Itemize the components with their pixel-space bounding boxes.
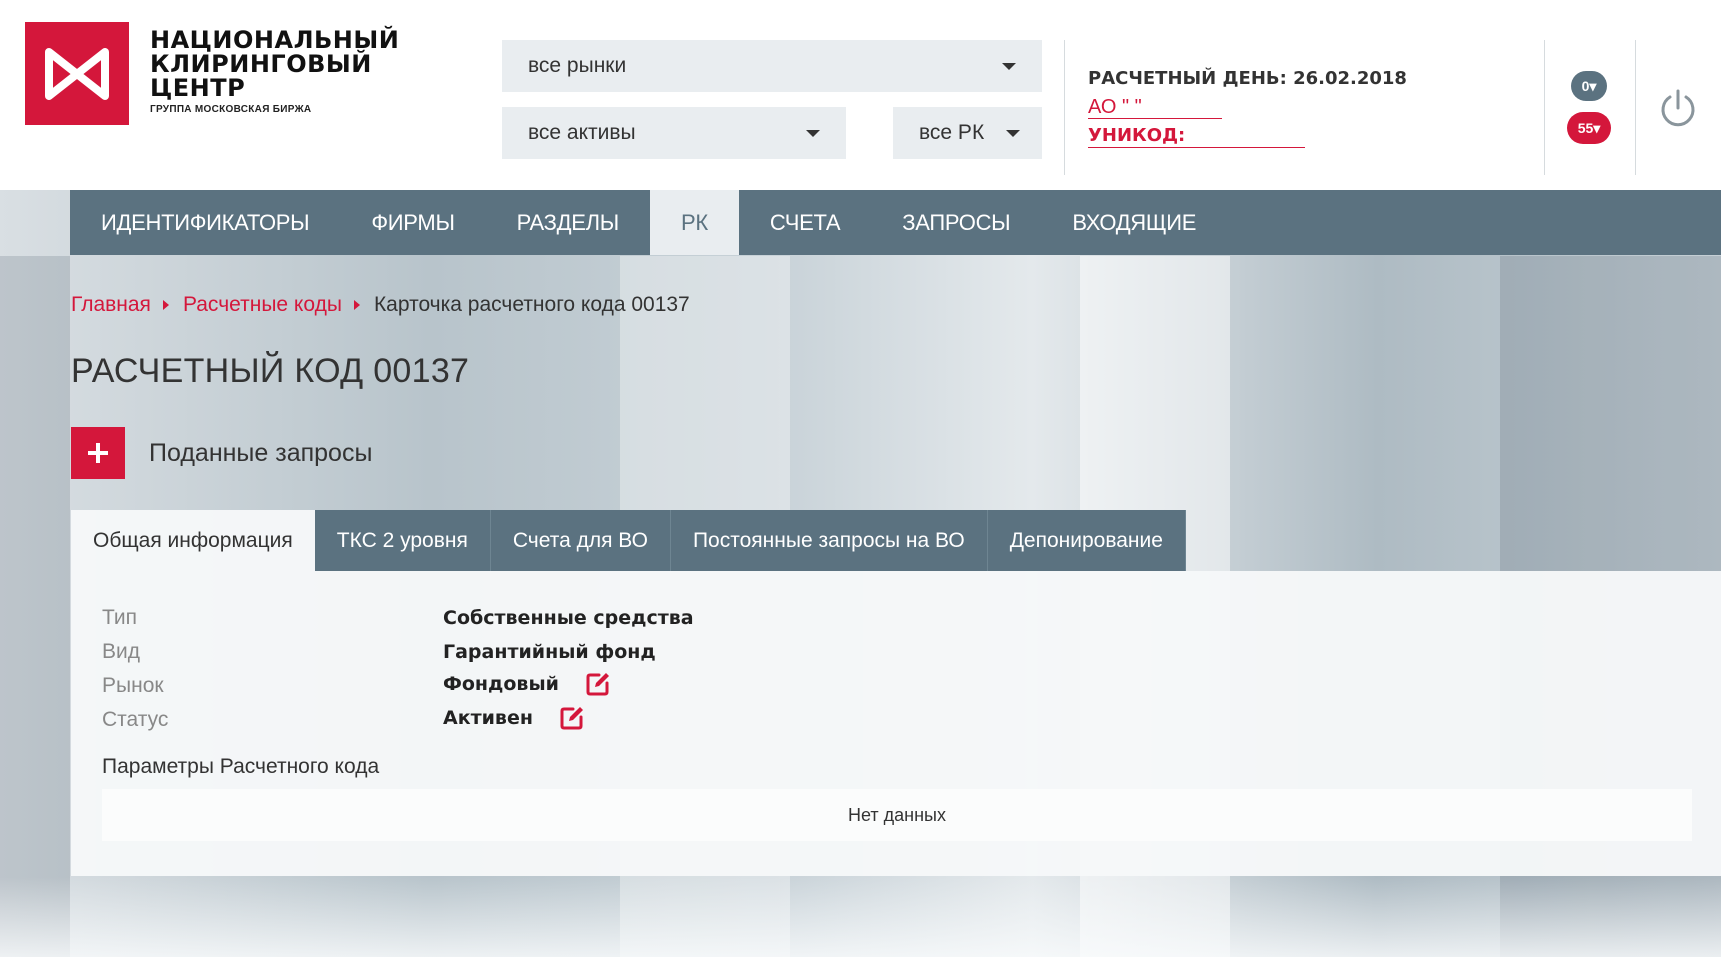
divider [1544, 40, 1545, 175]
organization-link[interactable]: АО " " [1088, 96, 1222, 119]
market-value: Фондовый [443, 671, 611, 697]
plus-icon [88, 443, 108, 463]
logo[interactable] [25, 22, 129, 125]
markets-select[interactable]: все рынки [502, 40, 1042, 92]
nav-incoming[interactable]: ВХОДЯЩИЕ [1041, 190, 1227, 255]
status-value-text: Активен [443, 707, 533, 729]
power-icon [1661, 89, 1695, 127]
chevron-right-icon [353, 300, 360, 310]
status-label: Статус [102, 708, 169, 731]
logout-button[interactable] [1658, 88, 1698, 128]
tab-depository[interactable]: Депонирование [987, 510, 1186, 571]
chevron-down-icon [1006, 130, 1020, 137]
tab-bar: Общая информация ТКС 2 уровня Счета для … [71, 510, 1186, 571]
tab-accounts-vo[interactable]: Счета для ВО [490, 510, 671, 571]
add-request-button[interactable] [71, 427, 125, 479]
divider [1635, 40, 1636, 175]
edit-icon[interactable] [585, 671, 611, 697]
nav-requests[interactable]: ЗАПРОСЫ [871, 190, 1041, 255]
background-floor [0, 877, 1721, 957]
nav-sections[interactable]: РАЗДЕЛЫ [486, 190, 650, 255]
type-value: Собственные средства [443, 607, 694, 629]
general-info-panel: Тип Собственные средства Вид Гарантийный… [71, 571, 1721, 876]
params-table-empty: Нет данных [102, 789, 1692, 841]
chevron-right-icon [162, 300, 169, 310]
no-data-text: Нет данных [848, 804, 946, 825]
market-label: Рынок [102, 674, 164, 697]
breadcrumb-settlement-codes[interactable]: Расчетные коды [183, 293, 342, 317]
moex-logo-icon [45, 47, 109, 100]
tab-general-info[interactable]: Общая информация [71, 510, 315, 571]
submitted-requests-label[interactable]: Поданные запросы [149, 439, 372, 468]
assets-select-value: все активы [528, 121, 636, 144]
tab-standing-requests-vo[interactable]: Постоянные запросы на ВО [670, 510, 988, 571]
params-heading: Параметры Расчетного кода [102, 755, 380, 778]
breadcrumb: Главная Расчетные коды Карточка расчетно… [71, 293, 690, 317]
rk-select-value: все РК [919, 121, 985, 144]
kind-value: Гарантийный фонд [443, 641, 656, 663]
page-title: РАСЧЕТНЫЙ КОД 00137 [71, 352, 470, 390]
alerts-badge[interactable]: 55▾ [1567, 112, 1611, 144]
tab-tks-level-2[interactable]: ТКС 2 уровня [314, 510, 491, 571]
nav-rk[interactable]: РК [649, 190, 739, 255]
unicode-link[interactable]: УНИКОД: [1088, 125, 1305, 148]
main-nav: ИДЕНТИФИКАТОРЫ ФИРМЫ РАЗДЕЛЫ РК СЧЕТА ЗА… [70, 190, 1721, 255]
breadcrumb-current: Карточка расчетного кода 00137 [373, 293, 690, 316]
nav-identifiers[interactable]: ИДЕНТИФИКАТОРЫ [70, 190, 340, 255]
settlement-day: РАСЧЕТНЫЙ ДЕНЬ: 26.02.2018 [1088, 68, 1407, 89]
nav-accounts[interactable]: СЧЕТА [739, 190, 871, 255]
background-building [0, 256, 70, 957]
nav-firms[interactable]: ФИРМЫ [340, 190, 485, 255]
chevron-down-icon [1002, 63, 1016, 70]
type-value-text: Собственные средства [443, 607, 694, 629]
kind-value-text: Гарантийный фонд [443, 641, 656, 663]
assets-select[interactable]: все активы [502, 107, 846, 159]
header: НАЦИОНАЛЬНЫЙ КЛИРИНГОВЫЙ ЦЕНТР ГРУППА МО… [0, 0, 1721, 190]
breadcrumb-home[interactable]: Главная [71, 293, 151, 317]
status-value: Активен [443, 705, 585, 731]
divider [1064, 40, 1065, 175]
notifications-badge[interactable]: 0▾ [1571, 71, 1607, 101]
logo-text: НАЦИОНАЛЬНЫЙ КЛИРИНГОВЫЙ ЦЕНТР [150, 26, 400, 102]
markets-select-value: все рынки [528, 54, 627, 77]
logo-subtitle: ГРУППА МОСКОВСКАЯ БИРЖА [150, 104, 312, 115]
kind-label: Вид [102, 640, 140, 663]
chevron-down-icon [806, 130, 820, 137]
edit-icon[interactable] [559, 705, 585, 731]
market-value-text: Фондовый [443, 673, 559, 695]
type-label: Тип [102, 606, 138, 629]
rk-select[interactable]: все РК [893, 107, 1042, 159]
